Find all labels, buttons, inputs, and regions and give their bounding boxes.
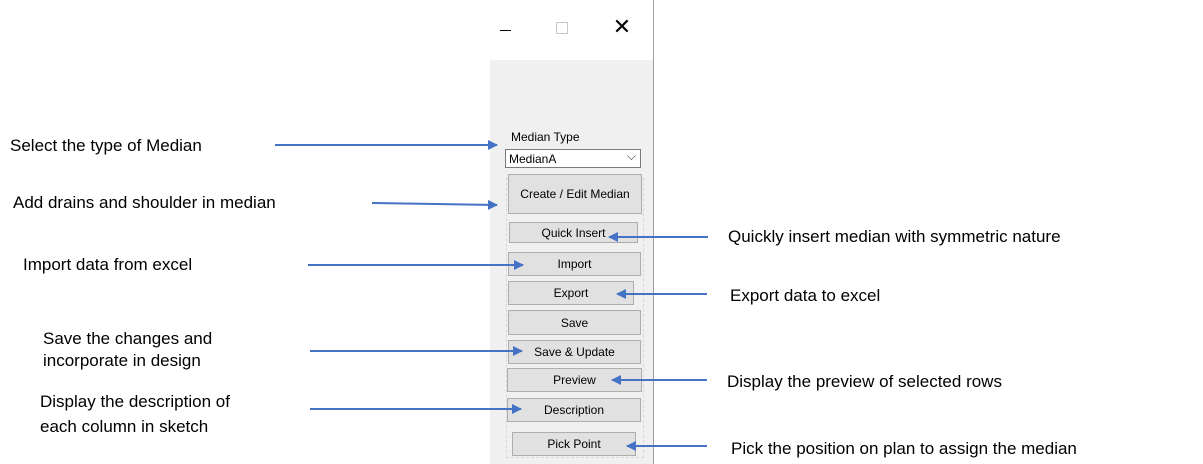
arrow-add-drains (371, 199, 498, 210)
annotation-arrows (275, 140, 708, 451)
